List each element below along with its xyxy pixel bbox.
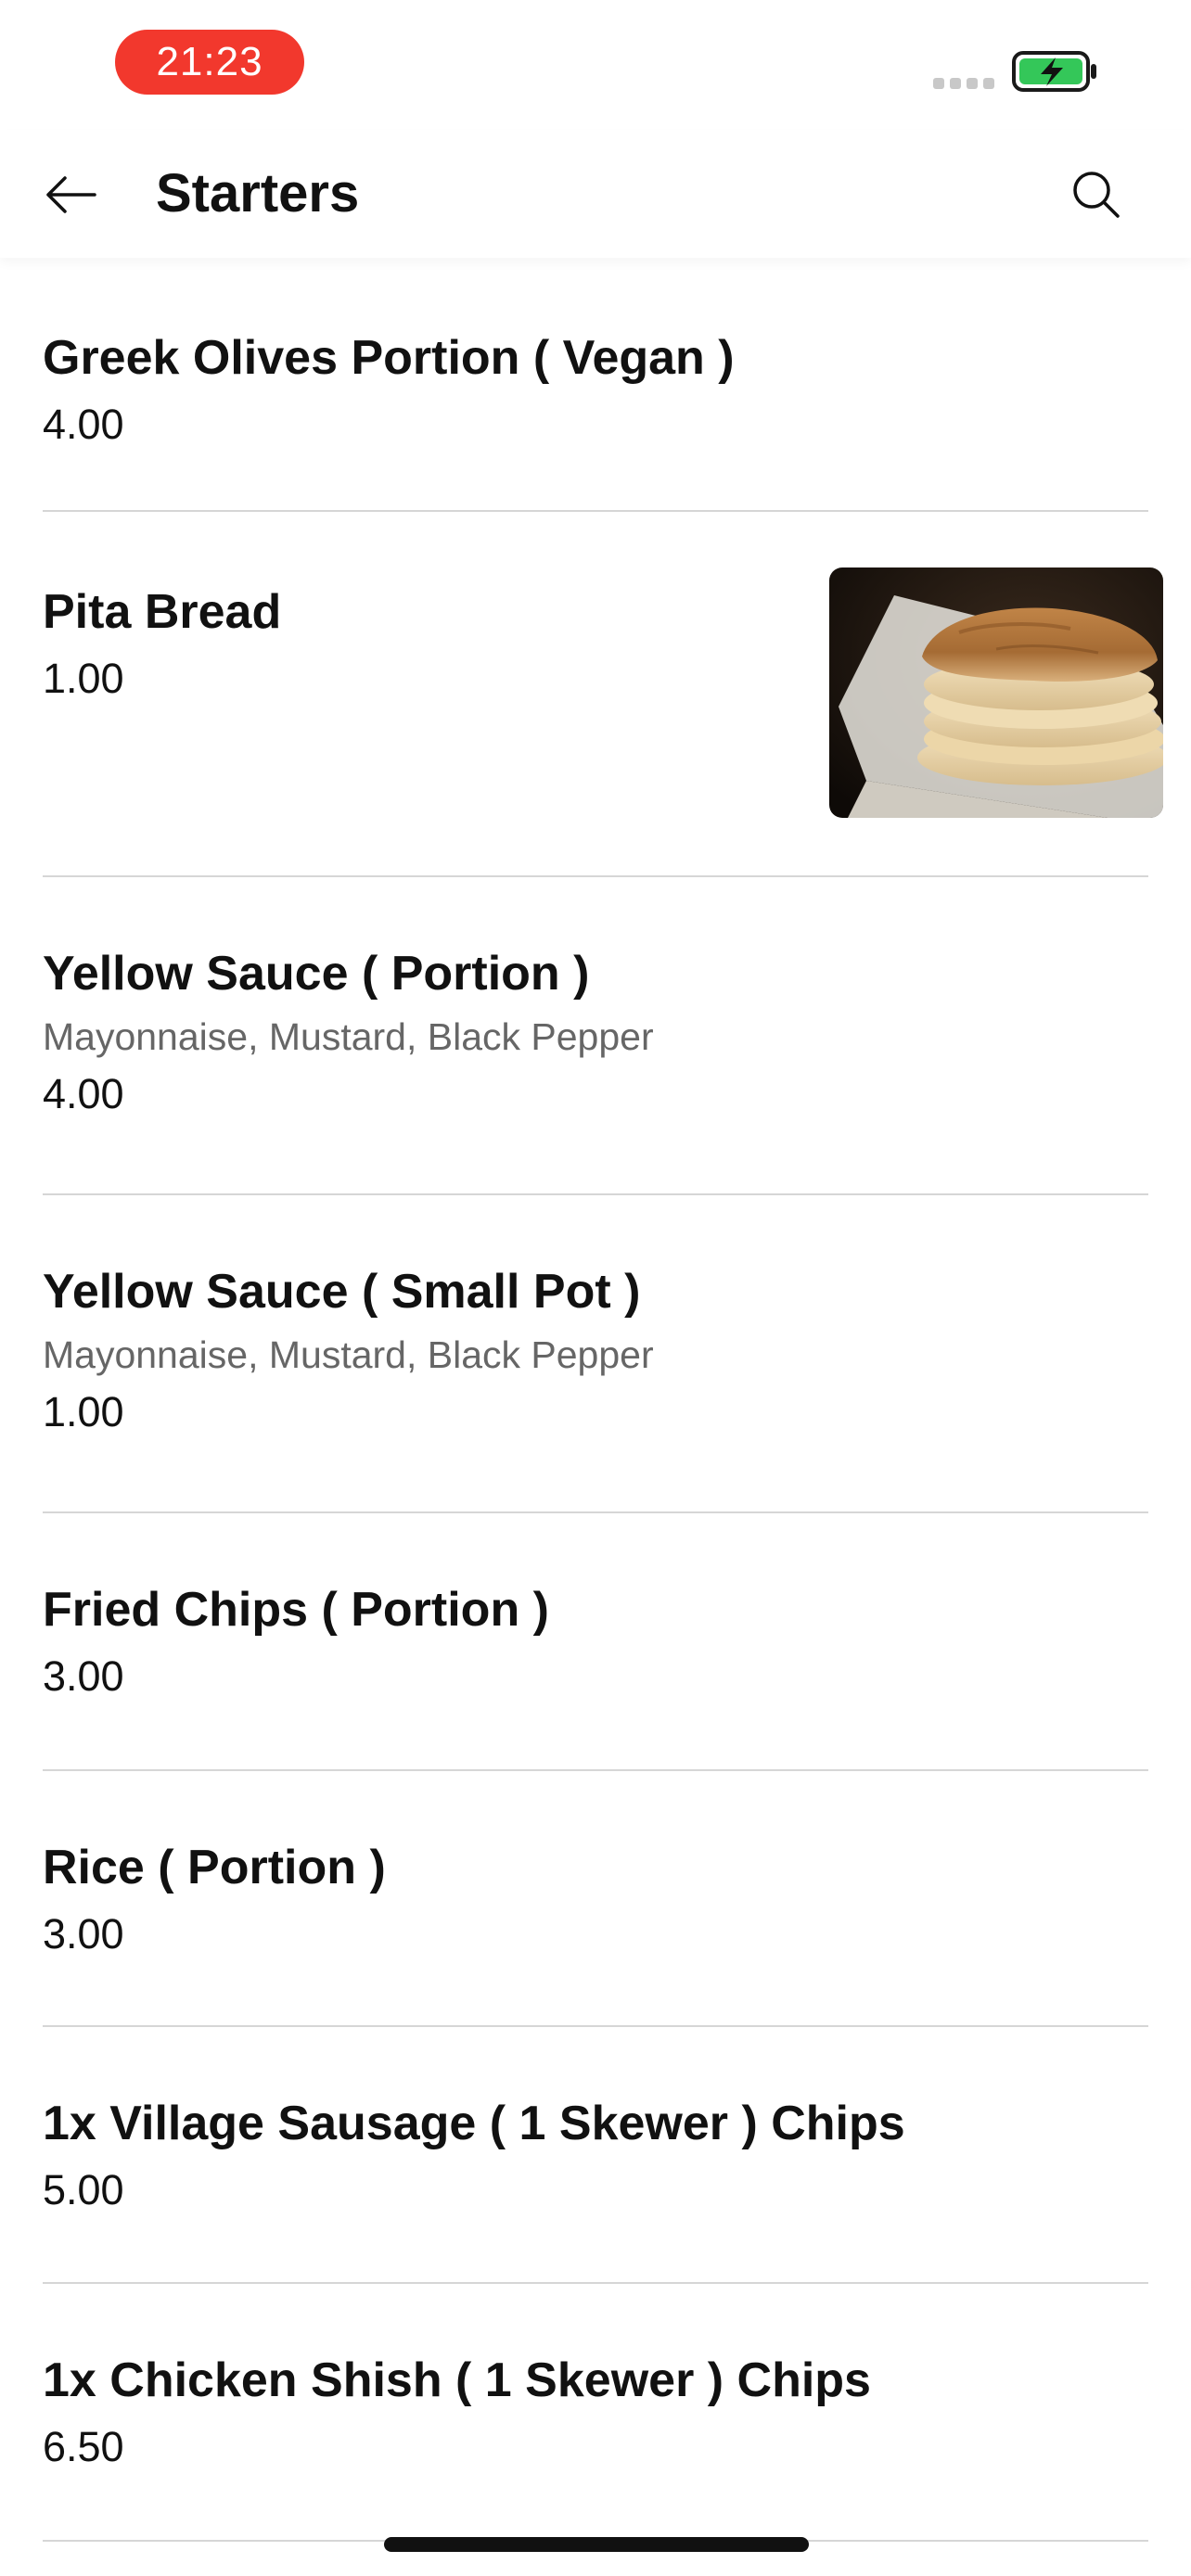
search-icon — [1073, 172, 1120, 218]
item-name: Fried Chips ( Portion ) — [43, 1583, 549, 1637]
status-bar: 21:23 — [0, 0, 1191, 130]
item-price: 6.50 — [43, 2423, 124, 2470]
pita-bread-photo — [829, 567, 1163, 818]
item-price: 4.00 — [43, 401, 124, 448]
item-price: 5.00 — [43, 2166, 124, 2213]
item-price: 3.00 — [43, 1652, 124, 1700]
menu-list: Greek Olives Portion ( Vegan ) 4.00 Pita… — [0, 258, 1191, 2542]
menu-item[interactable]: Fried Chips ( Portion ) 3.00 — [43, 1513, 1148, 1771]
menu-item[interactable]: Rice ( Portion ) 3.00 — [43, 1771, 1148, 2027]
back-button[interactable] — [33, 158, 108, 232]
item-name: Yellow Sauce ( Portion ) — [43, 947, 590, 1001]
search-button[interactable] — [1059, 158, 1133, 232]
item-price: 4.00 — [43, 1070, 124, 1117]
item-name: Rice ( Portion ) — [43, 1841, 386, 1894]
menu-item[interactable]: Yellow Sauce ( Portion ) Mayonnaise, Mus… — [43, 877, 1148, 1195]
item-name: Greek Olives Portion ( Vegan ) — [43, 331, 735, 385]
menu-item[interactable]: 1x Village Sausage ( 1 Skewer ) Chips 5.… — [43, 2027, 1148, 2284]
status-time: 21:23 — [115, 30, 304, 95]
item-description: Mayonnaise, Mustard, Black Pepper — [43, 1015, 654, 1058]
item-name: 1x Chicken Shish ( 1 Skewer ) Chips — [43, 2353, 871, 2407]
page-title: Starters — [156, 163, 360, 223]
signal-dots-icon — [933, 78, 996, 89]
item-name: 1x Village Sausage ( 1 Skewer ) Chips — [43, 2097, 905, 2150]
battery-charging-icon — [1011, 50, 1100, 93]
menu-item[interactable]: Yellow Sauce ( Small Pot ) Mayonnaise, M… — [43, 1195, 1148, 1513]
item-price: 3.00 — [43, 1910, 124, 1958]
home-indicator — [384, 2537, 809, 2552]
arrow-left-icon — [46, 176, 96, 213]
menu-item[interactable]: Pita Bread 1.00 — [43, 512, 1163, 877]
nav-header: Starters — [0, 130, 1191, 258]
menu-item[interactable]: Greek Olives Portion ( Vegan ) 4.00 — [43, 258, 1148, 512]
menu-item[interactable]: 1x Chicken Shish ( 1 Skewer ) Chips 6.50 — [43, 2284, 1148, 2542]
item-description: Mayonnaise, Mustard, Black Pepper — [43, 1333, 654, 1376]
item-name: Yellow Sauce ( Small Pot ) — [43, 1265, 641, 1319]
item-price: 1.00 — [43, 1388, 124, 1435]
